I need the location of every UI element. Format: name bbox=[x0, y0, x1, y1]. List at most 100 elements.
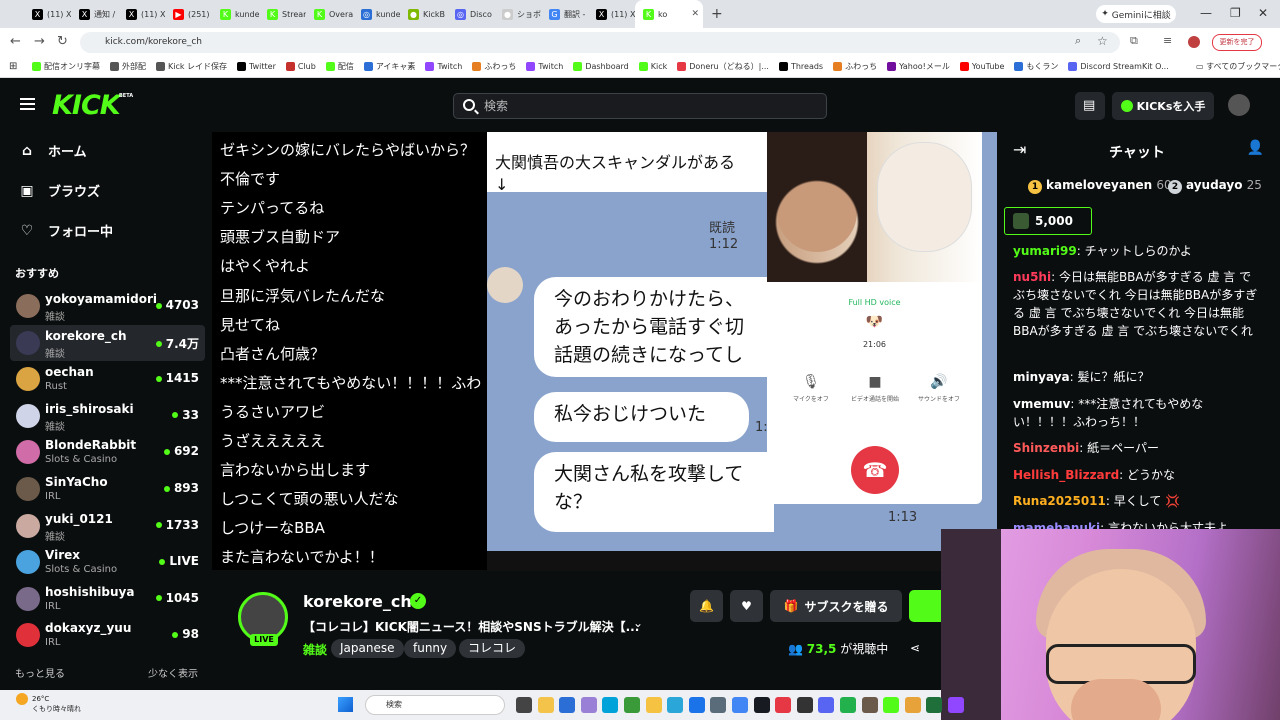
browser-tab[interactable]: Kkunde✕ bbox=[212, 0, 259, 28]
taskbar-app-icon[interactable] bbox=[732, 697, 748, 713]
taskbar-app-icon[interactable] bbox=[861, 697, 878, 713]
chevron-down-icon[interactable]: ⌄ bbox=[633, 616, 643, 630]
menu-icon[interactable] bbox=[20, 98, 35, 110]
reload-icon[interactable]: ↻ bbox=[57, 34, 68, 49]
recommended-channel[interactable]: hoshishibuya IRL 1045 bbox=[10, 581, 205, 617]
gemini-button[interactable]: ✦ Geminiに相談 bbox=[1096, 5, 1176, 23]
browser-tab[interactable]: X通知 /✕ bbox=[71, 0, 118, 28]
tag[interactable]: funny bbox=[404, 639, 457, 658]
taskbar-app-icon[interactable] bbox=[796, 697, 813, 713]
taskbar-app-icon[interactable] bbox=[559, 697, 576, 713]
chat-username[interactable]: nu5hi bbox=[1013, 270, 1051, 284]
chat-username[interactable]: Hellish_Blizzard bbox=[1013, 468, 1119, 482]
bookmark-item[interactable]: Twitter bbox=[237, 62, 276, 71]
maximize-icon[interactable]: ❐ bbox=[1230, 6, 1241, 20]
browser-tab[interactable]: G翻訳 -✕ bbox=[541, 0, 588, 28]
taskbar-app-icon[interactable] bbox=[667, 697, 684, 713]
recommended-channel[interactable]: oechan Rust 1415 bbox=[10, 361, 205, 397]
hang-up-button[interactable]: ☎ bbox=[851, 446, 899, 494]
mic-off-button[interactable]: 🎙 マイクをオフ bbox=[781, 375, 841, 404]
taskbar-app-icon[interactable] bbox=[645, 697, 662, 713]
collapse-chat-icon[interactable]: ⇥ bbox=[1013, 140, 1026, 159]
close-tab-icon[interactable]: ✕ bbox=[691, 9, 699, 19]
share-icon[interactable]: ⋖ bbox=[910, 641, 920, 655]
reading-list-icon[interactable]: ≡ bbox=[1163, 34, 1172, 47]
bookmark-item[interactable]: Club bbox=[285, 62, 316, 71]
gift-pin[interactable]: 5,000 bbox=[1004, 207, 1092, 235]
gift-sub-button[interactable]: 🎁 サブスクを贈る bbox=[770, 590, 902, 622]
video-progress-area[interactable] bbox=[487, 551, 997, 571]
theater-mode-button[interactable]: ▤ bbox=[1075, 92, 1105, 120]
url-field[interactable]: kick.com/korekore_ch bbox=[80, 32, 1120, 53]
chat-username[interactable]: yumari99 bbox=[1013, 244, 1077, 258]
stream-category[interactable]: 雑談 bbox=[303, 641, 327, 658]
bookmark-item[interactable]: Threads bbox=[778, 62, 823, 71]
kick-logo[interactable]: KICK bbox=[52, 90, 121, 121]
extensions-icon[interactable]: ⧉ bbox=[1130, 34, 1138, 48]
profile-avatar[interactable] bbox=[1188, 36, 1200, 48]
browser-tab[interactable]: KOvera✕ bbox=[306, 0, 353, 28]
bookmark-item[interactable]: Twitch bbox=[425, 62, 462, 71]
follow-button[interactable]: ♥ bbox=[730, 590, 763, 622]
user-avatar[interactable] bbox=[1228, 94, 1250, 116]
weather-widget[interactable]: 26°C くもり時々晴れ bbox=[16, 693, 81, 714]
tag[interactable]: コレコレ bbox=[459, 639, 526, 658]
sidebar-nav-item[interactable]: ♡ フォロー中 bbox=[18, 221, 113, 241]
taskbar-app-icon[interactable] bbox=[753, 697, 770, 713]
chat-username[interactable]: mamehanuki bbox=[1013, 521, 1100, 529]
notification-button[interactable]: 🔔 bbox=[690, 590, 723, 622]
recommended-channel[interactable]: Virex Slots & Casino LIVE bbox=[10, 544, 205, 580]
taskbar-app-icon[interactable] bbox=[818, 697, 835, 713]
bookmark-item[interactable]: YouTube bbox=[959, 62, 1004, 71]
taskbar-app-icon[interactable] bbox=[948, 697, 964, 713]
start-icon[interactable] bbox=[338, 697, 353, 712]
chat-username[interactable]: minyaya bbox=[1013, 370, 1070, 384]
sound-off-button[interactable]: 🔊 サウンドをオフ bbox=[909, 375, 969, 404]
taskbar-app-icon[interactable] bbox=[516, 697, 532, 713]
browser-tab[interactable]: ◎Disco✕ bbox=[447, 0, 494, 28]
top-gifter[interactable]: 1 kameloveyanen 60 bbox=[1028, 178, 1172, 194]
bookmark-item[interactable]: Kick レイド保存 bbox=[156, 61, 227, 72]
taskbar-app-icon[interactable] bbox=[926, 697, 943, 713]
recommended-channel[interactable]: SinYaCho IRL 893 bbox=[10, 471, 205, 507]
bookmark-item[interactable]: Twitch bbox=[526, 62, 563, 71]
recommended-channel[interactable]: BlondeRabbit Slots & Casino 692 bbox=[10, 434, 205, 470]
bookmark-item[interactable]: Doneru（どねる）|... bbox=[677, 61, 769, 72]
bookmark-item[interactable]: Dashboard bbox=[573, 62, 629, 71]
bookmark-item[interactable]: Yahoo!メール bbox=[887, 61, 950, 72]
taskbar-app-icon[interactable] bbox=[602, 697, 619, 713]
bookmark-item[interactable]: 外部配 bbox=[110, 61, 146, 72]
taskbar-app-icon[interactable] bbox=[775, 697, 792, 713]
chat-username[interactable]: Shinzenbi bbox=[1013, 441, 1079, 455]
bookmark-item[interactable]: アイキャ素 bbox=[363, 61, 415, 72]
bookmark-star-icon[interactable]: ☆ bbox=[1097, 34, 1108, 48]
bookmark-item[interactable]: Kick bbox=[638, 62, 667, 71]
update-button[interactable]: 更新を完了 bbox=[1212, 34, 1262, 51]
forward-icon[interactable]: → bbox=[34, 34, 45, 49]
bookmark-item[interactable]: 配信オンリ字幕 bbox=[32, 61, 100, 72]
chat-username[interactable]: vmemuv bbox=[1013, 397, 1070, 411]
taskbar-app-icon[interactable] bbox=[840, 697, 856, 713]
taskbar-app-icon[interactable] bbox=[537, 697, 554, 713]
recommended-channel[interactable]: korekore_ch 雑談 7.4万 bbox=[10, 324, 205, 361]
taskbar-app-icon[interactable] bbox=[688, 697, 705, 713]
apps-grid-icon[interactable]: ⊞ bbox=[9, 61, 17, 72]
show-less-link[interactable]: 少なく表示 bbox=[148, 665, 198, 680]
chat-users-icon[interactable]: 👤 bbox=[1247, 140, 1264, 156]
recommended-channel[interactable]: yokoyamamidori 雑談 4703 bbox=[10, 288, 205, 324]
sidebar-nav-item[interactable]: ▣ ブラウズ bbox=[18, 181, 100, 201]
bookmark-item[interactable]: 配信 bbox=[325, 61, 354, 72]
back-icon[interactable]: ← bbox=[10, 34, 21, 49]
minimize-icon[interactable]: — bbox=[1200, 6, 1212, 20]
video-player[interactable]: 大関慎吾の大スキャンダルがある ↓ 既読 1:12 今のおわりかけたら、 あった… bbox=[212, 132, 997, 570]
browser-tab[interactable]: X(11) X✕ bbox=[24, 0, 71, 28]
show-more-link[interactable]: もっと見る bbox=[15, 665, 65, 680]
taskbar-search[interactable]: 検索 bbox=[365, 695, 505, 715]
bookmark-item[interactable]: もくラン bbox=[1014, 61, 1058, 72]
recommended-channel[interactable]: yuki_0121 雑談 1733 bbox=[10, 508, 205, 544]
get-kicks-button[interactable]: KICKsを入手 bbox=[1112, 92, 1214, 120]
taskbar-app-icon[interactable] bbox=[883, 697, 900, 713]
taskbar-app-icon[interactable] bbox=[904, 697, 921, 713]
new-tab-button[interactable]: + bbox=[711, 6, 723, 22]
all-bookmarks-link[interactable]: ▭ すべてのブックマーク bbox=[1196, 61, 1280, 72]
